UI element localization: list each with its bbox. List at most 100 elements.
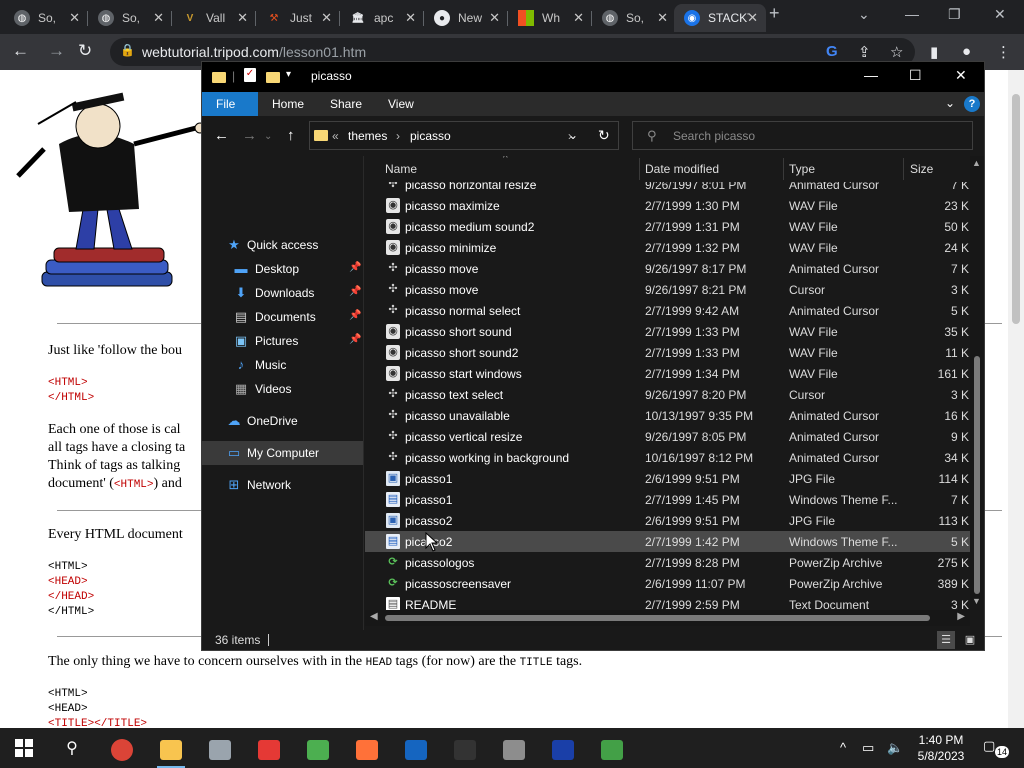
nav-pictures[interactable]: ▣ Pictures 📌 — [202, 329, 363, 353]
nav-network[interactable]: ⊞ Network — [202, 473, 363, 497]
forward-icon[interactable]: → — [48, 41, 65, 61]
file-row[interactable]: ◉ picasso medium sound2 2/7/1999 1:31 PM WA… — [365, 216, 970, 237]
notification-center[interactable]: ▢ 14 — [983, 738, 1009, 758]
breadcrumb-overflow[interactable]: « — [332, 129, 339, 143]
recent-locations-icon[interactable]: ⌄ — [264, 131, 272, 142]
forward-icon[interactable]: → — [242, 127, 257, 144]
chrome-app[interactable] — [102, 732, 142, 768]
firefox-app[interactable] — [347, 732, 387, 768]
pin-icon[interactable]: 📌 — [349, 310, 361, 321]
network-status-icon[interactable]: ▭ — [862, 740, 874, 756]
nav-onedrive[interactable]: ☁ OneDrive — [202, 409, 363, 433]
scroll-up-icon[interactable]: ▲ — [972, 158, 981, 168]
nav-documents[interactable]: ▤ Documents 📌 — [202, 305, 363, 329]
tools-app[interactable] — [494, 732, 534, 768]
column-size[interactable]: Size — [910, 162, 933, 176]
lock-icon[interactable]: 🔒 — [120, 43, 135, 57]
close-tab-icon[interactable]: ✕ — [657, 10, 668, 26]
file-explorer-app[interactable] — [151, 732, 191, 768]
browser-tab[interactable]: ◍ So, ✕ — [88, 4, 172, 32]
recycle-app[interactable] — [592, 732, 632, 768]
file-row[interactable]: ✣ picasso move 9/26/1997 8:21 PM Cursor 3 K — [365, 279, 970, 300]
nav-music[interactable]: ♪ Music — [202, 353, 363, 377]
menu-icon[interactable]: ⋮ — [996, 43, 1011, 61]
blue-app[interactable] — [543, 732, 583, 768]
file-row[interactable]: ◉ picasso short sound2 2/7/1999 1:33 PM WAV… — [365, 342, 970, 363]
close-icon[interactable]: ✕ — [955, 67, 967, 84]
file-row[interactable]: ⟳ picassoscreensaver 2/6/1999 11:07 PM Powe… — [365, 573, 970, 594]
close-window-icon[interactable]: ✕ — [994, 6, 1006, 23]
large-icons-view-icon[interactable]: ▣ — [961, 631, 979, 649]
file-row[interactable]: ◉ picasso maximize 2/7/1999 1:30 PM WAV Fil… — [365, 195, 970, 216]
file-row[interactable]: ✣ picasso working in background 10/16/1997… — [365, 447, 970, 468]
ftp-app[interactable] — [396, 732, 436, 768]
scrollbar-thumb[interactable] — [1012, 94, 1020, 324]
file-row[interactable]: ✣ picasso normal select 2/7/1999 9:42 AM An… — [365, 300, 970, 321]
browser-tab[interactable]: Wh ✕ — [508, 4, 592, 32]
file-row[interactable]: ✣ picasso vertical resize 9/26/1997 8:05 P… — [365, 426, 970, 447]
tab-home[interactable]: Home — [259, 92, 317, 116]
browser-tab[interactable]: V Vall ✕ — [172, 4, 256, 32]
tab-share[interactable]: Share — [317, 92, 375, 116]
back-icon[interactable]: ← — [12, 41, 29, 61]
search-box[interactable]: ⚲ Search picasso — [632, 121, 973, 150]
nav-desktop[interactable]: ▬ Desktop 📌 — [202, 257, 363, 281]
show-hidden-icons-icon[interactable]: ^ — [840, 740, 846, 755]
address-dropdown-icon[interactable]: ⌄ — [568, 128, 578, 142]
pin-icon[interactable]: 📌 — [349, 262, 361, 273]
disk-app[interactable] — [200, 732, 240, 768]
profile-icon[interactable]: ● — [962, 43, 971, 60]
search-button[interactable]: ⚲ — [52, 730, 92, 766]
nav-downloads[interactable]: ⬇ Downloads 📌 — [202, 281, 363, 305]
help-icon[interactable]: ? — [964, 96, 980, 112]
paper-plane-app[interactable] — [249, 732, 289, 768]
close-tab-icon[interactable]: ✕ — [489, 10, 500, 26]
close-tab-icon[interactable]: ✕ — [153, 10, 164, 26]
restore-icon[interactable]: ❐ — [948, 6, 961, 23]
file-row[interactable]: ▤ picasso1 2/7/1999 1:45 PM Windows Theme F… — [365, 489, 970, 510]
tab-view[interactable]: View — [375, 92, 427, 116]
share-icon[interactable]: ⇪ — [858, 43, 871, 61]
browser-tab[interactable]: ⚒ Just ✕ — [256, 4, 340, 32]
tab-file[interactable]: File — [202, 92, 258, 116]
file-row[interactable]: ✣ picasso unavailable 10/13/1997 9:35 PM An… — [365, 405, 970, 426]
details-view-icon[interactable]: ☰ — [937, 631, 955, 649]
file-row[interactable]: ✣ picasso move 9/26/1997 8:17 PM Animated C… — [365, 258, 970, 279]
minimize-icon[interactable]: — — [864, 67, 878, 83]
file-row[interactable]: ✣ picasso text select 9/26/1997 8:20 PM Cur… — [365, 384, 970, 405]
browser-tab-active[interactable]: ◉ STACKT ✕ — [674, 4, 766, 32]
bookmark-star-icon[interactable]: ☆ — [890, 43, 903, 61]
close-tab-icon[interactable]: ✕ — [237, 10, 248, 26]
up-icon[interactable]: ↑ — [287, 127, 295, 144]
file-row[interactable]: ▣ picasso1 2/6/1999 9:51 PM JPG File 114 K — [365, 468, 970, 489]
browser-tab[interactable]: ◍ So, ✕ — [4, 4, 88, 32]
new-folder-icon[interactable] — [266, 72, 280, 83]
volume-icon[interactable]: 🔈 — [887, 740, 903, 756]
reload-icon[interactable]: ↻ — [78, 41, 92, 61]
close-tab-icon[interactable]: ✕ — [69, 10, 80, 26]
scroll-down-icon[interactable]: ▼ — [972, 596, 981, 606]
tab-search-icon[interactable]: ⌄ — [858, 6, 870, 23]
notepad-app[interactable] — [298, 732, 338, 768]
back-icon[interactable]: ← — [214, 127, 229, 144]
file-row[interactable]: ⟳ picassologos 2/7/1999 8:28 PM PowerZip Ar… — [365, 552, 970, 573]
system-clock[interactable]: 1:40 PM 5/8/2023 — [911, 732, 971, 764]
pin-icon[interactable]: 📌 — [349, 334, 361, 345]
browser-tab[interactable]: 🏛 apc ✕ — [340, 4, 424, 32]
vertical-scrollbar[interactable]: ▲ ▼ — [970, 156, 984, 610]
properties-icon[interactable]: ✓ — [244, 68, 256, 82]
page-scrollbar[interactable] — [1008, 70, 1024, 728]
chevron-right-icon[interactable]: › — [396, 129, 400, 143]
breadcrumb-picasso[interactable]: picasso — [410, 129, 451, 143]
terminal-app[interactable] — [445, 732, 485, 768]
file-row[interactable]: ▤picasso22/7/1999 1:42 PMWindows Theme F… — [365, 531, 970, 552]
quick-access-dropdown-icon[interactable]: ▾ — [286, 69, 291, 80]
breadcrumb-themes[interactable]: themes — [348, 129, 387, 143]
horizontal-scrollbar[interactable]: ◀ ▶ — [365, 610, 970, 626]
minimize-icon[interactable]: — — [905, 6, 919, 22]
nav-videos[interactable]: ▦ Videos — [202, 377, 363, 401]
browser-tab[interactable]: ● New ✕ — [424, 4, 508, 32]
close-tab-icon[interactable]: ✕ — [573, 10, 584, 26]
pin-icon[interactable]: 📌 — [349, 286, 361, 297]
scroll-right-icon[interactable]: ▶ — [957, 611, 965, 622]
